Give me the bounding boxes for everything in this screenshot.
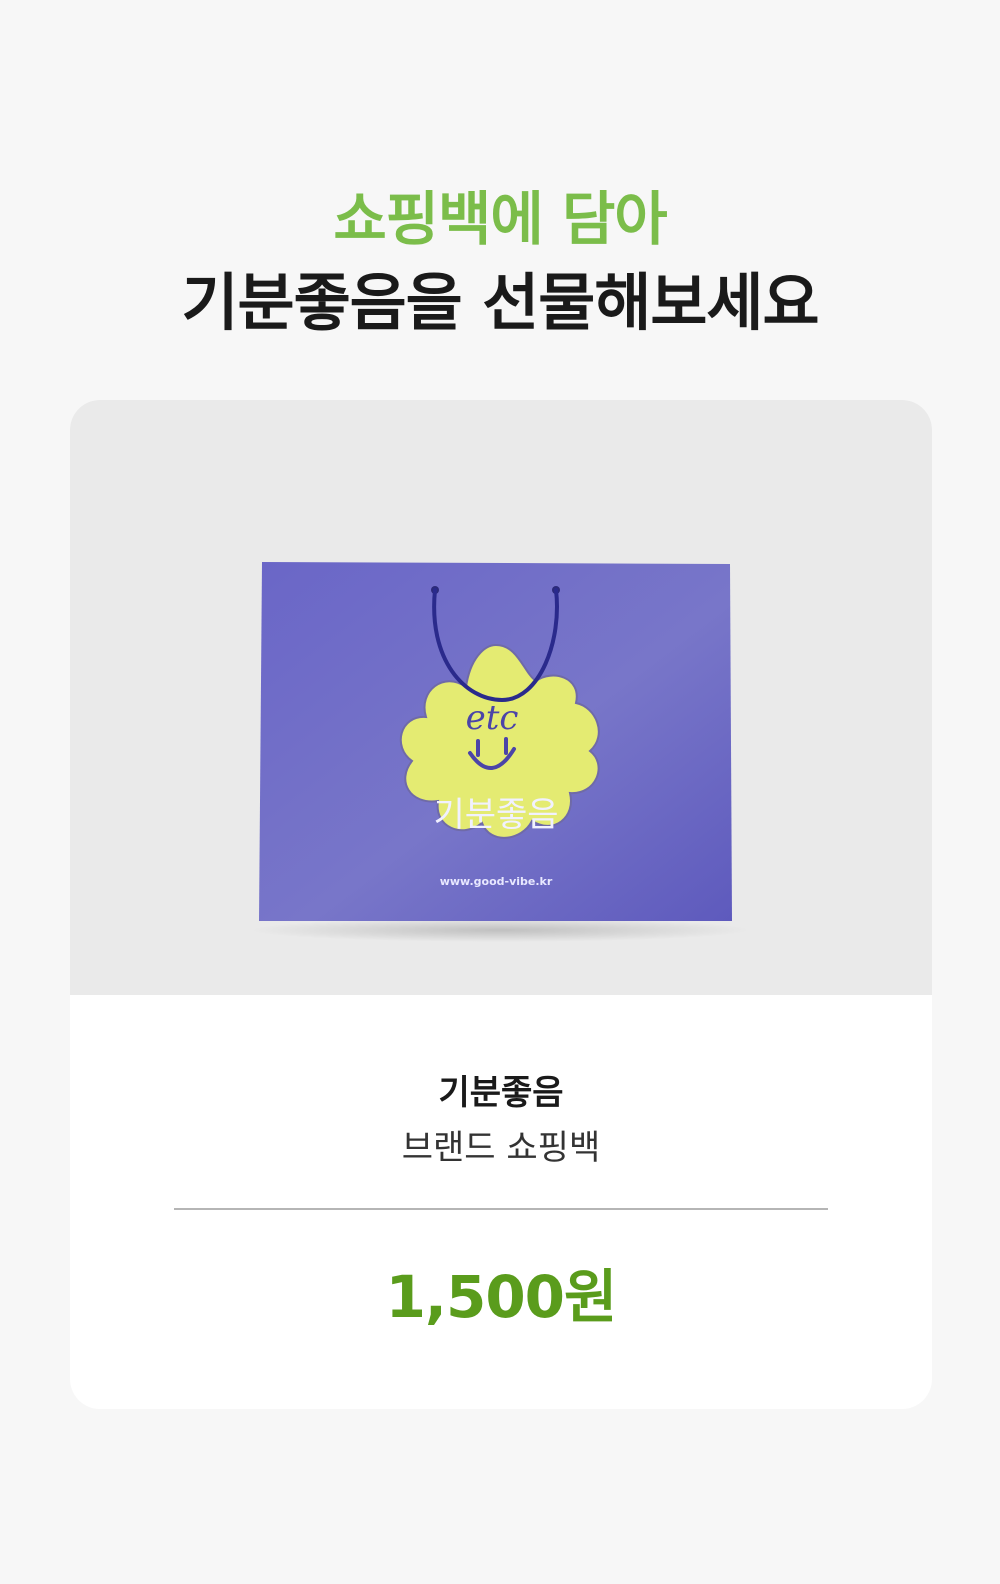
product-image: etc 기분좋음 www.good-vibe.kr [70,400,932,995]
shopping-bag-illustration: etc 기분좋음 www.good-vibe.kr [250,562,750,942]
svg-text:etc: etc [466,698,519,738]
product-price: 1,500원 [385,1263,618,1331]
headline-accent-text: 쇼핑백에 담아 [333,185,667,253]
product-name: 기분좋음 [438,1073,564,1113]
product-subtitle: 브랜드 쇼핑백 [401,1128,601,1168]
bag-brand-text: 기분좋음 [433,795,558,835]
product-card[interactable]: etc 기분좋음 www.good-vibe.kr 기분좋음 브랜드 쇼핑백 1… [70,400,932,1409]
bag-shadow [250,918,750,942]
headline-main-text: 기분좋음을 선물해보세요 [181,266,819,339]
bag-url-text: www.good-vibe.kr [440,875,553,888]
divider [174,1208,828,1210]
